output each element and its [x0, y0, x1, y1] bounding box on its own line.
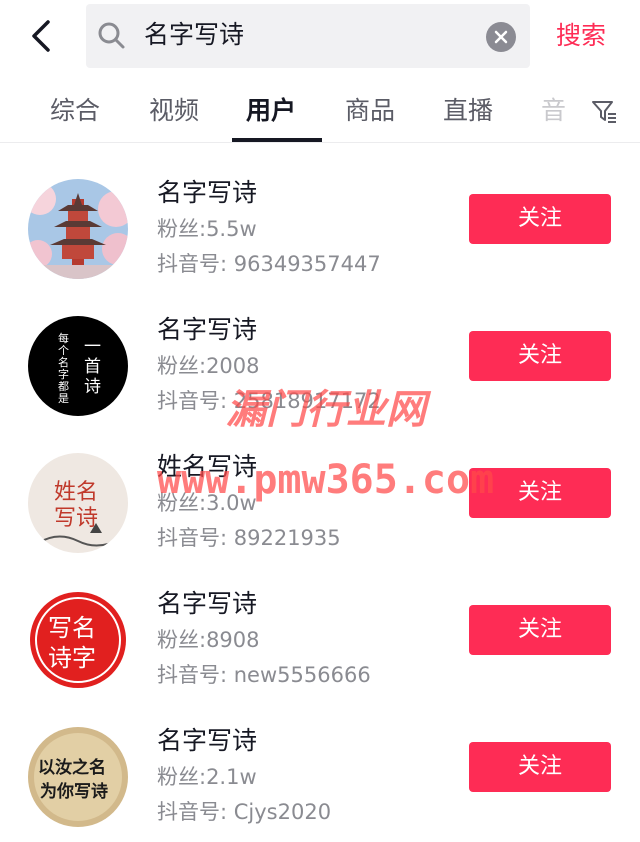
svg-text:姓名: 姓名 [54, 480, 98, 505]
close-icon [494, 30, 508, 44]
user-name[interactable]: 名字写诗 [157, 175, 257, 211]
user-row[interactable]: 每个名字都是 一首诗 名字写诗 粉丝:2008 抖音号: 25818917172… [0, 280, 640, 417]
pagoda-avatar-image [28, 179, 128, 279]
user-row[interactable]: 名字写诗 粉丝:5.5w 抖音号: 96349357447 关注 [0, 143, 640, 280]
tab-music[interactable]: 音 [541, 94, 566, 128]
tab-video[interactable]: 视频 [149, 94, 199, 128]
user-name[interactable]: 姓名写诗 [157, 449, 257, 485]
back-arrow-icon [32, 20, 50, 52]
poem-text-avatar-image: 每个名字都是 一首诗 [28, 316, 128, 416]
search-header: 名字写诗 搜索 [0, 0, 640, 74]
svg-text:诗字: 诗字 [48, 644, 96, 672]
fan-count: 粉丝:8908 [157, 628, 260, 652]
svg-text:写名: 写名 [48, 614, 96, 642]
search-button[interactable]: 搜索 [556, 18, 606, 54]
fan-count: 粉丝:3.0w [157, 491, 257, 515]
avatar-text-left: 每个名字都是 [58, 331, 69, 405]
tab-comprehensive[interactable]: 综合 [50, 94, 100, 128]
douyin-id: 抖音号: 96349357447 [157, 252, 381, 276]
avatar[interactable]: 写名 诗字 [28, 590, 128, 690]
search-tabs: 综合 视频 用户 商品 直播 音 [0, 86, 640, 142]
fan-count: 粉丝:2008 [157, 354, 260, 378]
avatar-text-right: 一首诗 [84, 337, 101, 397]
back-button[interactable] [24, 14, 64, 58]
follow-button[interactable]: 关注 [469, 331, 611, 381]
douyin-id: 抖音号: 89221935 [157, 526, 341, 550]
avatar[interactable]: 每个名字都是 一首诗 [28, 316, 128, 416]
user-name[interactable]: 名字写诗 [157, 723, 257, 759]
follow-button[interactable]: 关注 [469, 468, 611, 518]
user-name[interactable]: 名字写诗 [157, 586, 257, 622]
search-query: 名字写诗 [144, 20, 245, 49]
tab-users[interactable]: 用户 [246, 94, 296, 128]
fan-count: 粉丝:2.1w [157, 765, 257, 789]
avatar[interactable] [28, 179, 128, 279]
follow-button[interactable]: 关注 [469, 194, 611, 244]
clear-search-button[interactable] [486, 22, 516, 52]
avatar[interactable]: 姓名 写诗 [28, 453, 128, 553]
svg-text:为你写诗: 为你写诗 [40, 781, 108, 802]
follow-button[interactable]: 关注 [469, 605, 611, 655]
svg-text:以汝之名: 以汝之名 [38, 757, 106, 778]
svg-text:写诗: 写诗 [54, 506, 98, 531]
filter-icon[interactable] [590, 98, 618, 126]
follow-button[interactable]: 关注 [469, 742, 611, 792]
douyin-id: 抖音号: new5556666 [157, 663, 371, 687]
douyin-id: 抖音号: 25818917172 [157, 389, 381, 413]
avatar[interactable]: 以汝之名 为你写诗 [28, 727, 128, 827]
douyin-id: 抖音号: Cjys2020 [157, 800, 332, 824]
user-row[interactable]: 以汝之名 为你写诗 名字写诗 粉丝:2.1w 抖音号: Cjys2020 关注 [0, 691, 640, 828]
red-seal-avatar-image: 写名 诗字 [28, 590, 128, 690]
user-name[interactable]: 名字写诗 [157, 312, 257, 348]
tab-products[interactable]: 商品 [345, 94, 395, 128]
fan-count: 粉丝:5.5w [157, 217, 257, 241]
search-icon [98, 22, 125, 49]
tab-live[interactable]: 直播 [443, 94, 493, 128]
search-input[interactable]: 名字写诗 [86, 4, 530, 68]
user-row[interactable]: 姓名 写诗 姓名写诗 粉丝:3.0w 抖音号: 89221935 关注 [0, 417, 640, 554]
ink-painting-avatar-image: 姓名 写诗 [28, 453, 128, 553]
calligraphy-avatar-image: 以汝之名 为你写诗 [28, 727, 128, 827]
user-row[interactable]: 写名 诗字 名字写诗 粉丝:8908 抖音号: new5556666 关注 [0, 554, 640, 691]
